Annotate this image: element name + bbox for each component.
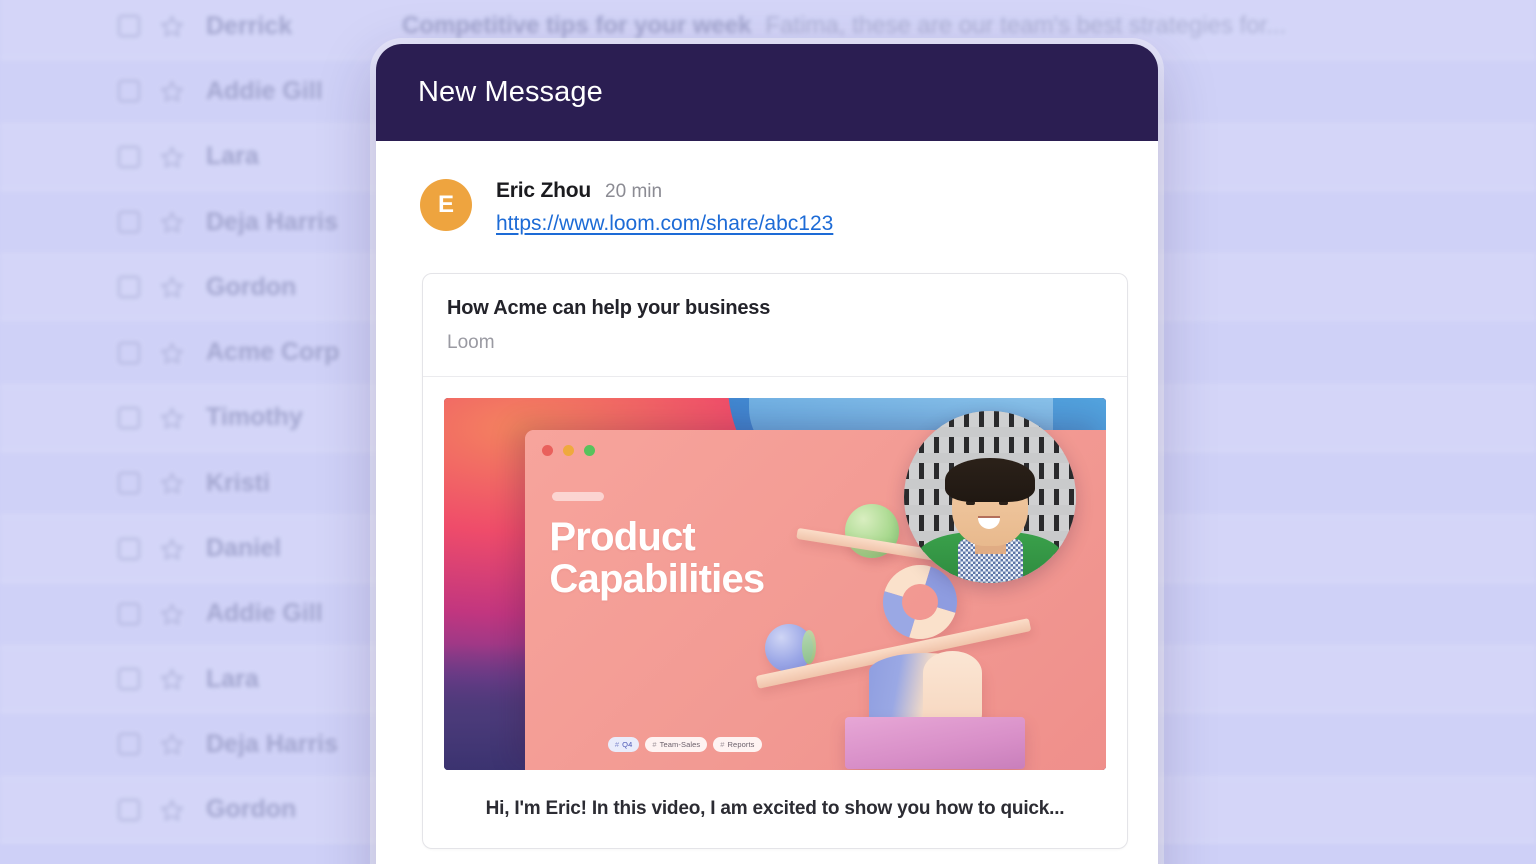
star-icon[interactable] bbox=[160, 602, 184, 626]
row-sender: Lara bbox=[206, 142, 259, 171]
presenter-hair bbox=[945, 457, 1035, 502]
sender-line: Eric Zhou 20 min bbox=[496, 179, 833, 203]
slide-title: Product Capabilities bbox=[549, 514, 765, 602]
link-card-source: Loom bbox=[447, 332, 495, 353]
row-preview: Fatima, these are our team's best strate… bbox=[765, 12, 1287, 40]
webcam-bubble bbox=[904, 411, 1077, 584]
link-preview-card[interactable]: How Acme can help your business Loom Pro… bbox=[422, 273, 1128, 849]
star-icon[interactable] bbox=[160, 667, 184, 691]
window-traffic-lights bbox=[542, 444, 596, 456]
row-sender: Deja Harris bbox=[206, 729, 339, 758]
row-checkbox[interactable] bbox=[118, 798, 140, 821]
presenter-portrait bbox=[904, 452, 1076, 584]
row-sender: Gordon bbox=[206, 272, 297, 301]
star-icon[interactable] bbox=[160, 732, 184, 756]
message-timestamp: 20 min bbox=[605, 181, 663, 202]
modal-body: E Eric Zhou 20 min https://www.loom.com/… bbox=[376, 141, 1158, 864]
modal-header: New Message bbox=[376, 44, 1158, 141]
row-checkbox[interactable] bbox=[118, 406, 140, 429]
star-icon[interactable] bbox=[160, 537, 184, 561]
link-card-caption: Hi, I'm Eric! In this video, I am excite… bbox=[485, 798, 1065, 819]
hash-icon: # bbox=[720, 739, 725, 749]
row-sender: Acme Corp bbox=[206, 338, 340, 367]
loom-share-link[interactable]: https://www.loom.com/share/abc123 bbox=[496, 212, 833, 236]
minimize-icon bbox=[563, 444, 575, 456]
row-checkbox[interactable] bbox=[118, 602, 140, 625]
new-message-modal: New Message E Eric Zhou 20 min https://w… bbox=[376, 44, 1158, 864]
message-sender-block: E Eric Zhou 20 min https://www.loom.com/… bbox=[420, 177, 1114, 236]
row-sender: Derrick bbox=[206, 11, 293, 40]
slide-tag-label: Team-Sales bbox=[659, 739, 701, 749]
hash-icon: # bbox=[614, 739, 620, 749]
row-checkbox[interactable] bbox=[118, 668, 140, 691]
link-card-title: How Acme can help your business bbox=[447, 297, 771, 319]
modal-title: New Message bbox=[418, 76, 603, 108]
slide-tag: # Team-Sales bbox=[645, 736, 708, 752]
row-checkbox[interactable] bbox=[118, 537, 140, 560]
row-checkbox[interactable] bbox=[118, 733, 140, 756]
slide-accent-bar bbox=[552, 491, 605, 501]
row-checkbox[interactable] bbox=[118, 472, 140, 495]
star-icon[interactable] bbox=[160, 471, 184, 495]
maximize-icon bbox=[584, 444, 596, 456]
pedestal bbox=[844, 717, 1025, 770]
row-sender: Addie Gill bbox=[206, 599, 323, 628]
star-icon[interactable] bbox=[160, 798, 184, 822]
star-icon[interactable] bbox=[160, 14, 184, 38]
row-sender: Lara bbox=[206, 664, 259, 693]
star-icon[interactable] bbox=[160, 210, 184, 234]
slide-tag: # Reports bbox=[713, 736, 762, 752]
hash-icon: # bbox=[652, 739, 657, 749]
star-icon[interactable] bbox=[160, 145, 184, 169]
star-icon[interactable] bbox=[160, 406, 184, 430]
row-sender: Timothy bbox=[206, 403, 303, 432]
slide-tag: # Q4 bbox=[607, 736, 640, 752]
video-thumbnail[interactable]: Product Capabilities # Q4 # Team-Sales # Repo… bbox=[444, 398, 1106, 770]
close-icon bbox=[542, 444, 554, 456]
row-checkbox[interactable] bbox=[118, 15, 140, 38]
star-icon[interactable] bbox=[160, 341, 184, 365]
link-card-media-wrapper: Product Capabilities # Q4 # Team-Sales # Repo… bbox=[423, 377, 1127, 770]
row-checkbox[interactable] bbox=[118, 211, 140, 234]
slide-tag-label: Reports bbox=[727, 739, 755, 749]
row-checkbox[interactable] bbox=[118, 276, 140, 299]
avatar: E bbox=[420, 179, 472, 231]
star-icon[interactable] bbox=[160, 275, 184, 299]
row-sender: Daniel bbox=[206, 534, 282, 563]
sender-name: Eric Zhou bbox=[496, 179, 592, 202]
star-icon[interactable] bbox=[160, 79, 184, 103]
row-sender: Addie Gill bbox=[206, 76, 323, 105]
row-checkbox[interactable] bbox=[118, 80, 140, 103]
row-sender: Kristi bbox=[206, 468, 270, 497]
row-sender: Gordon bbox=[206, 795, 297, 824]
slide-tag-label: Q4 bbox=[622, 739, 633, 749]
sender-meta: Eric Zhou 20 min https://www.loom.com/sh… bbox=[496, 177, 833, 236]
row-checkbox[interactable] bbox=[118, 341, 140, 364]
row-checkbox[interactable] bbox=[118, 145, 140, 168]
row-subject: Competitive tips for your week bbox=[402, 12, 752, 40]
row-sender: Deja Harris bbox=[206, 207, 339, 236]
slide-tag-list: # Q4 # Team-Sales # Reports bbox=[607, 736, 762, 752]
link-card-header: How Acme can help your business Loom bbox=[423, 274, 1127, 377]
